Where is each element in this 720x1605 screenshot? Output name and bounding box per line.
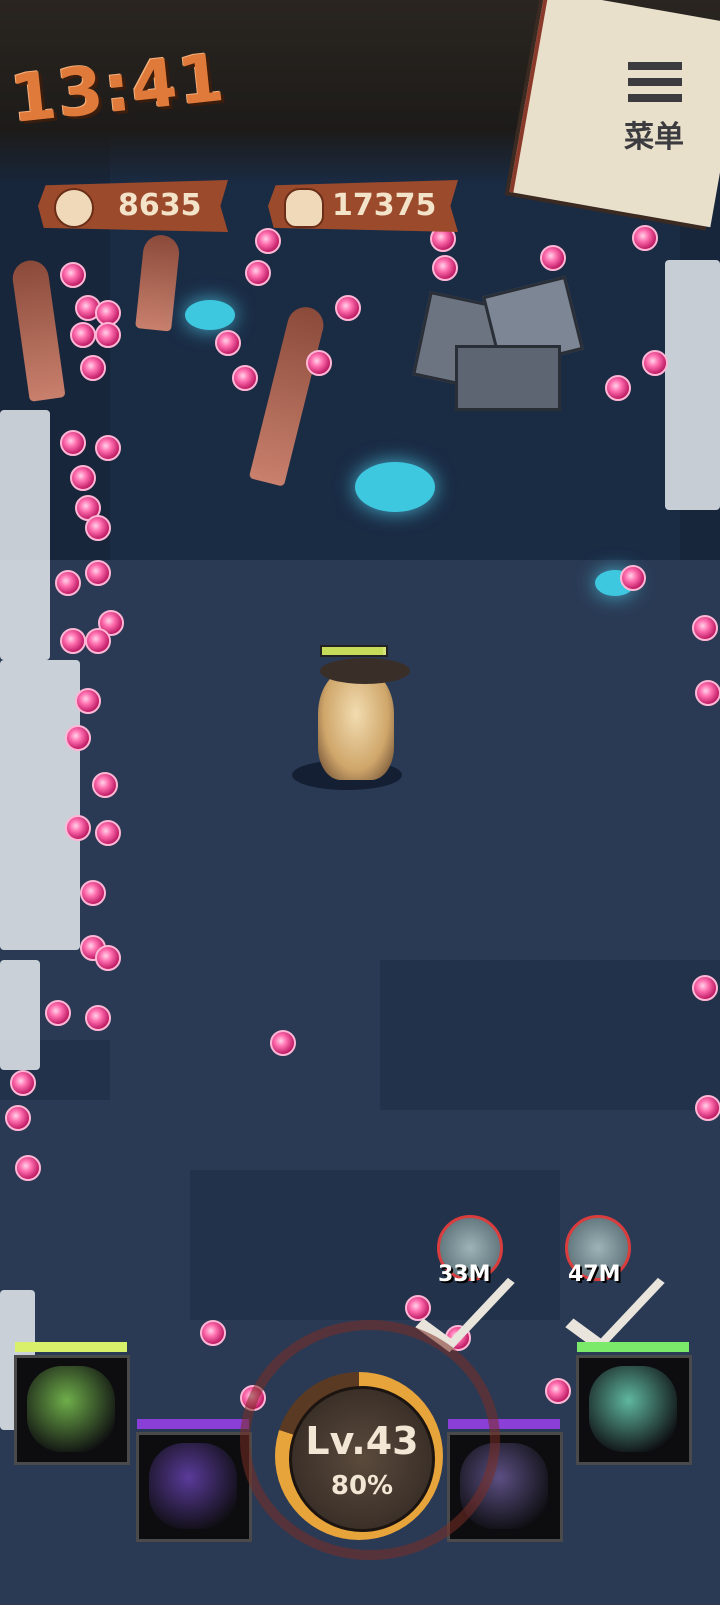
experience-orb [540,245,566,271]
experience-orb [695,680,720,706]
experience-orb [60,430,86,456]
experience-orb [335,295,361,321]
experience-orb [65,725,91,751]
experience-orb [245,260,271,286]
player-character [292,640,410,810]
experience-orb [545,1378,571,1404]
experience-orb [95,945,121,971]
skill-slot-4[interactable] [576,1342,692,1465]
player-health-fill [322,647,383,655]
experience-orb [95,820,121,846]
experience-orb [60,262,86,288]
experience-orb [80,355,106,381]
experience-orb [642,350,668,376]
menu-label: 菜单 [624,120,684,155]
level-badge: Lv.43 80% [289,1386,435,1532]
rock-pile [455,345,561,411]
experience-orb [60,628,86,654]
experience-orb [65,815,91,841]
experience-orb [80,880,106,906]
experience-orb [85,1005,111,1031]
experience-orb [605,375,631,401]
level-progress-ring: Lv.43 80% [275,1372,443,1540]
experience-orb [10,1070,36,1096]
experience-orb [620,565,646,591]
experience-orb [632,225,658,251]
menu-icon [628,62,682,70]
coin-count: 8635 [118,188,202,223]
menu-button[interactable]: 菜单 [618,58,690,155]
menu-icon [628,78,682,86]
dark-sigil-skill-icon [149,1443,237,1529]
coin-icon [54,188,94,228]
witch-sprite [318,670,394,780]
skill-cooldown-bar [137,1419,249,1429]
kill-counter: 17375 [268,180,458,232]
experience-orb [255,228,281,254]
glowing-crystal [355,462,435,512]
experience-orb [692,975,718,1001]
skill-cooldown-bar [15,1342,127,1352]
kill-count: 17375 [332,188,437,223]
flower-skill-icon [589,1366,677,1452]
experience-orb [270,1030,296,1056]
witch-hat [320,658,410,684]
experience-orb [55,570,81,596]
level-label: Lv.43 [305,1419,419,1463]
lantern-skill-icon [27,1366,115,1452]
enemy-horde [665,260,720,510]
experience-orb [432,255,458,281]
experience-orb [200,1320,226,1346]
level-progress-text: 80% [330,1471,394,1501]
experience-orb [232,365,258,391]
experience-orb [85,560,111,586]
enemy-horde [0,660,80,950]
experience-orb [95,322,121,348]
experience-orb [5,1105,31,1131]
experience-orb [695,1095,720,1121]
skill-slot-1[interactable] [14,1342,130,1465]
skill-cooldown-bar [577,1342,689,1352]
floor-shadow-patch [190,1170,560,1320]
experience-orb [692,615,718,641]
experience-orb [15,1155,41,1181]
enemy-horde [0,960,40,1070]
glowing-crystal [185,300,235,330]
skill-slot-2[interactable] [136,1419,252,1542]
menu-icon [628,94,682,102]
floor-shadow-patch [380,960,720,1110]
game-screen: 13:41 菜单 8635 17375 33M 47M Lv.43 80% [0,0,720,1605]
experience-orb [75,688,101,714]
experience-orb [45,1000,71,1026]
experience-orb [92,772,118,798]
experience-orb [95,435,121,461]
experience-orb [70,465,96,491]
player-health-bar [320,645,388,657]
coin-counter: 8635 [38,180,228,232]
experience-orb [215,330,241,356]
skull-icon [284,188,324,228]
experience-orb [306,350,332,376]
enemy-horde [0,410,50,660]
experience-orb [85,515,111,541]
experience-orb [70,322,96,348]
experience-orb [85,628,111,654]
